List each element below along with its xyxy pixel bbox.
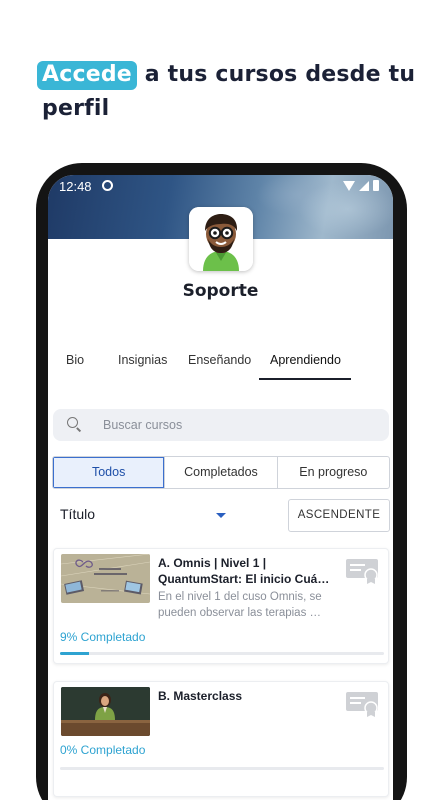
headline-line1: a tus cursos desde tu: [144, 62, 416, 87]
status-time: 12:48: [59, 179, 92, 194]
course-progress-bar: [60, 767, 384, 770]
notification-icon: [102, 180, 113, 191]
promo-headline: Accede a tus cursos desde tu perfil: [37, 58, 418, 126]
course-thumbnail: [61, 554, 150, 603]
course-card[interactable]: B. Masterclass 0% Completado: [53, 681, 389, 797]
filter-completados[interactable]: Completados: [164, 457, 276, 488]
battery-icon: [373, 180, 379, 191]
course-progress-text: 9% Completado: [60, 630, 146, 644]
course-description-line1: En el nivel 1 del cuso Omnis, se: [158, 591, 322, 603]
avatar[interactable]: [189, 207, 253, 271]
course-description: En el nivel 1 del cuso Omnis, se pueden …: [158, 589, 338, 621]
tab-aprendiendo[interactable]: Aprendiendo: [270, 353, 341, 367]
phone-screen: 12:48 Soporte Bio Insignias Enseñando Ap…: [48, 175, 393, 800]
certificate-icon: [345, 691, 379, 717]
course-progress-fill: [60, 652, 90, 655]
search-icon: [67, 417, 78, 428]
profile-tabs: Bio Insignias Enseñando Aprendiendo: [54, 347, 384, 383]
search-bar: [53, 409, 389, 441]
status-icons: [343, 180, 379, 191]
filter-todos[interactable]: Todos: [53, 457, 165, 488]
signal-icon: [359, 180, 369, 191]
profile-name: Soporte: [182, 281, 259, 301]
course-progress-bar: [60, 652, 384, 655]
course-description-line2: pueden observar las terapias …: [158, 607, 322, 619]
course-thumbnail: [61, 687, 150, 736]
wifi-icon: [343, 180, 355, 191]
tab-insignias[interactable]: Insignias: [118, 353, 167, 367]
headline-line2: perfil: [42, 96, 110, 121]
course-title: A. Omnis | Nivel 1 |: [158, 556, 267, 570]
avatar-illustration: [189, 207, 253, 271]
sort-field-select[interactable]: Título: [60, 506, 95, 522]
certificate-icon: [345, 558, 379, 584]
course-progress-text: 0% Completado: [60, 743, 146, 757]
dropdown-caret-icon[interactable]: [216, 513, 226, 518]
sort-order-button[interactable]: ASCENDENTE: [288, 499, 390, 532]
tab-ensenando[interactable]: Enseñando: [188, 353, 251, 367]
active-tab-indicator: [259, 378, 351, 380]
headline-highlight: Accede: [37, 61, 137, 90]
course-title: B. Masterclass: [158, 689, 243, 703]
course-subtitle: QuantumStart: El inicio Cuá…: [158, 572, 330, 586]
course-card[interactable]: A. Omnis | Nivel 1 | QuantumStart: El in…: [53, 548, 389, 664]
status-bar: 12:48: [48, 175, 393, 199]
search-input[interactable]: [103, 416, 373, 434]
filter-en-progreso[interactable]: En progreso: [276, 457, 389, 488]
course-filter: Todos Completados En progreso: [52, 456, 390, 489]
tab-bio[interactable]: Bio: [66, 353, 84, 367]
